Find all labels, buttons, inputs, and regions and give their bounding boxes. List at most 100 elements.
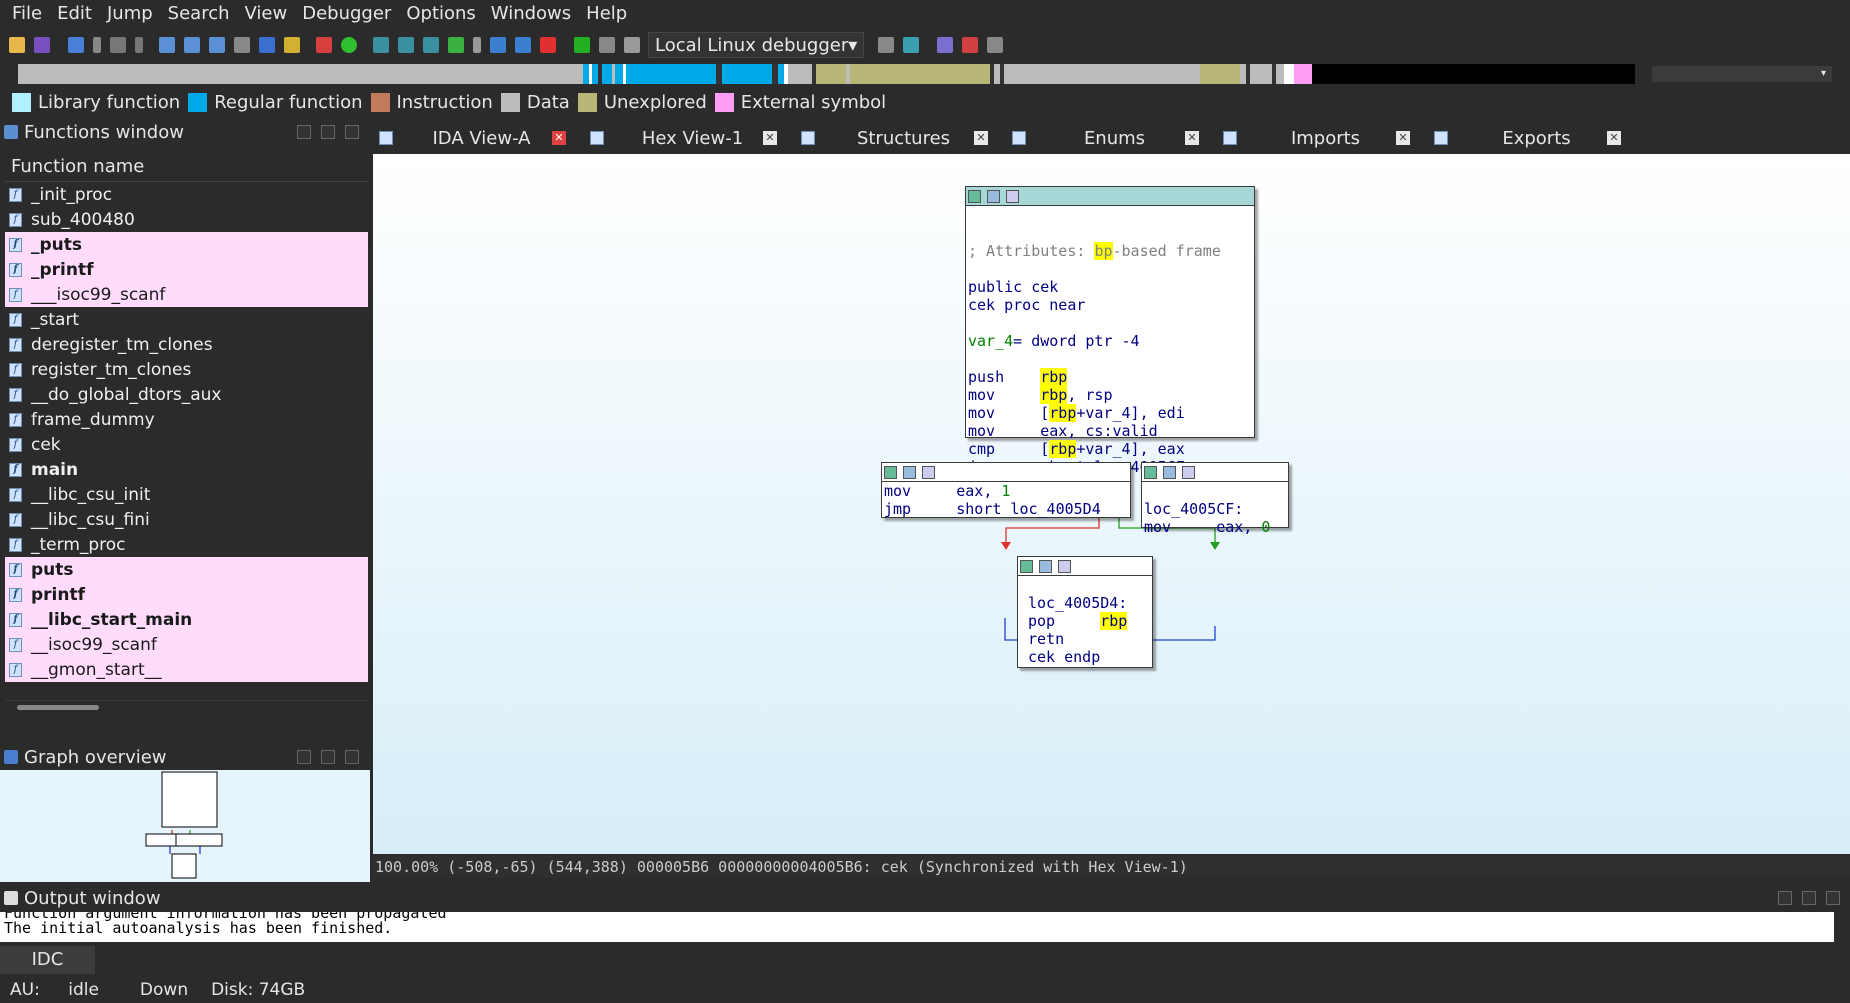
graph-view[interactable]: ; Attributes: bp-based frame public cek … xyxy=(373,154,1850,854)
group-icon[interactable] xyxy=(922,465,935,479)
save-icon[interactable] xyxy=(34,37,50,53)
refresh-icon[interactable] xyxy=(903,37,920,53)
close-icon[interactable] xyxy=(345,125,359,139)
function-row[interactable]: f main xyxy=(5,457,368,482)
close-icon[interactable]: ✕ xyxy=(1185,131,1199,145)
string-icon[interactable] xyxy=(423,37,439,53)
color-icon[interactable] xyxy=(1020,559,1033,573)
float-icon[interactable] xyxy=(297,750,311,764)
attach-icon[interactable] xyxy=(878,37,895,53)
maximize-icon[interactable] xyxy=(321,750,335,764)
menu-windows[interactable]: Windows xyxy=(491,3,571,24)
segment-icon[interactable] xyxy=(184,37,200,53)
tab-exports[interactable]: Exports ✕ xyxy=(1428,122,1639,154)
menu-edit[interactable]: Edit xyxy=(57,3,92,24)
nav-scroll-dropdown[interactable]: ▾ xyxy=(1652,66,1832,82)
column-header-function-name[interactable]: Function name xyxy=(5,152,368,182)
menu-help[interactable]: Help xyxy=(586,3,627,24)
xref-icon[interactable] xyxy=(448,37,464,53)
close-icon[interactable] xyxy=(345,750,359,764)
function-row[interactable]: f sub_400480 xyxy=(5,207,368,232)
close-icon[interactable]: ✕ xyxy=(974,131,988,145)
close-icon[interactable]: ✕ xyxy=(552,131,566,145)
flag-icon[interactable] xyxy=(987,37,1004,53)
function-row[interactable]: f _start xyxy=(5,307,368,332)
function-row[interactable]: f register_tm_clones xyxy=(5,357,368,382)
color-icon[interactable] xyxy=(1144,465,1157,479)
hand-icon[interactable] xyxy=(234,37,250,53)
function-row[interactable]: f __gmon_start__ xyxy=(5,657,368,682)
pause-icon[interactable] xyxy=(599,37,615,53)
graph-overview[interactable] xyxy=(0,770,370,882)
edit-icon[interactable] xyxy=(903,465,916,479)
play-icon[interactable] xyxy=(574,37,590,53)
code-icon[interactable] xyxy=(490,37,506,53)
output-log[interactable]: Function argument information has been p… xyxy=(0,912,1834,942)
float-icon[interactable] xyxy=(1778,891,1792,905)
function-row[interactable]: f frame_dummy xyxy=(5,407,368,432)
struct-icon[interactable] xyxy=(209,37,225,53)
code-block-exit[interactable]: loc_4005D4: pop rbp retn cek endp xyxy=(1017,556,1153,668)
open-icon[interactable] xyxy=(9,37,25,53)
color-icon[interactable] xyxy=(968,189,981,203)
function-row[interactable]: f deregister_tm_clones xyxy=(5,332,368,357)
menu-debugger[interactable]: Debugger xyxy=(302,3,391,24)
maximize-icon[interactable] xyxy=(1802,891,1816,905)
back-arrow-icon[interactable] xyxy=(68,37,84,53)
group-icon[interactable] xyxy=(1182,465,1195,479)
code-block-true[interactable]: mov eax, 1 jmp short loc_4005D4 xyxy=(881,462,1131,518)
tab-structures[interactable]: Structures ✕ xyxy=(795,122,1006,154)
close-icon[interactable] xyxy=(1826,891,1840,905)
code-block-entry[interactable]: ; Attributes: bp-based frame public cek … xyxy=(965,186,1255,476)
menu-file[interactable]: File xyxy=(12,3,42,24)
data-icon[interactable] xyxy=(398,37,414,53)
function-row[interactable]: f __libc_csu_init xyxy=(5,482,368,507)
function-row[interactable]: f _puts xyxy=(5,232,368,257)
alert-icon[interactable] xyxy=(316,37,332,53)
function-row[interactable]: f _term_proc xyxy=(5,532,368,557)
tab-hex-view-1[interactable]: Hex View-1 ✕ xyxy=(584,122,795,154)
horizontal-scrollbar[interactable] xyxy=(5,700,367,712)
function-row[interactable]: f __libc_start_main xyxy=(5,607,368,632)
scrollbar-thumb[interactable] xyxy=(17,705,99,710)
script-icon[interactable] xyxy=(284,37,300,53)
stop-icon[interactable] xyxy=(624,37,640,53)
function-icon[interactable] xyxy=(159,37,175,53)
back-dropdown-icon[interactable] xyxy=(93,37,101,53)
function-row[interactable]: f __libc_csu_fini xyxy=(5,507,368,532)
code-block-false[interactable]: loc_4005CF: mov eax, 0 xyxy=(1141,462,1289,536)
maximize-icon[interactable] xyxy=(321,125,335,139)
edit-icon[interactable] xyxy=(1163,465,1176,479)
tab-ida-view-a[interactable]: IDA View-A ✕ xyxy=(373,122,584,154)
menu-view[interactable]: View xyxy=(245,3,288,24)
function-row[interactable]: f _init_proc xyxy=(5,182,368,207)
navigation-band[interactable] xyxy=(18,64,1635,84)
hex-icon[interactable] xyxy=(373,37,389,53)
edit-icon[interactable] xyxy=(1039,559,1052,573)
breakpoints-icon[interactable] xyxy=(937,37,954,53)
close-icon[interactable]: ✕ xyxy=(763,131,777,145)
close-icon[interactable]: ✕ xyxy=(1396,131,1410,145)
tab-imports[interactable]: Imports ✕ xyxy=(1217,122,1428,154)
function-row[interactable]: f puts xyxy=(5,557,368,582)
circle-icon[interactable] xyxy=(341,37,357,53)
cursor-icon[interactable] xyxy=(259,37,275,53)
edit-icon[interactable] xyxy=(987,189,1000,203)
tracing-icon[interactable] xyxy=(962,37,979,53)
tab-enums[interactable]: Enums ✕ xyxy=(1006,122,1217,154)
forward-arrow-icon[interactable] xyxy=(110,37,126,53)
idc-button[interactable]: IDC xyxy=(0,946,95,974)
function-row[interactable]: f __isoc99_scanf xyxy=(5,632,368,657)
color-icon[interactable] xyxy=(884,465,897,479)
forward-dropdown-icon[interactable] xyxy=(135,37,143,53)
function-row[interactable]: f ___isoc99_scanf xyxy=(5,282,368,307)
menu-jump[interactable]: Jump xyxy=(107,3,153,24)
menu-options[interactable]: Options xyxy=(406,3,475,24)
float-icon[interactable] xyxy=(297,125,311,139)
close-icon[interactable]: ✕ xyxy=(1607,131,1621,145)
group-icon[interactable] xyxy=(1058,559,1071,573)
debugger-select[interactable]: Local Linux debugger ▾ xyxy=(648,32,865,58)
edit-icon[interactable] xyxy=(515,37,531,53)
function-row[interactable]: f __do_global_dtors_aux xyxy=(5,382,368,407)
xref-dropdown-icon[interactable] xyxy=(473,37,481,53)
